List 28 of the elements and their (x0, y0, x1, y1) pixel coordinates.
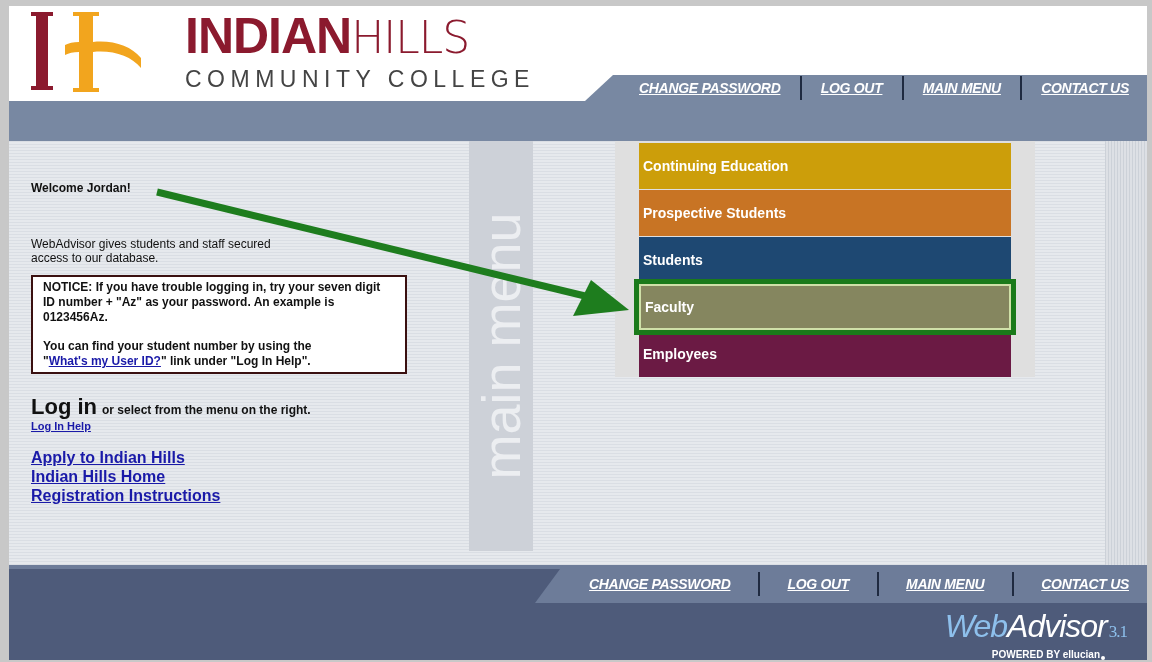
webadvisor-logo-web: Web (944, 608, 1008, 644)
menu-item[interactable]: Prospective Students (639, 190, 1011, 236)
welcome-text: Welcome Jordan! (31, 181, 132, 195)
version-number: 3.1 (1108, 622, 1127, 641)
log-in-help-link[interactable]: Log In Help (31, 420, 91, 432)
nav-link[interactable]: MAIN MENU (896, 576, 995, 592)
login-hint: or select from the menu on the right. (102, 403, 311, 417)
nav-link[interactable]: CONTACT US (1031, 80, 1139, 96)
nav-link[interactable]: CONTACT US (1031, 576, 1139, 592)
notice-text: NOTICE: If you have trouble logging in, try your seven digit ID number + "Az" as your password. An example is 0123456Az. (43, 280, 382, 325)
nav-link[interactable]: CHANGE PASSWORD (579, 576, 741, 592)
college-name: INDIANHILLS (185, 8, 471, 66)
nav-link[interactable]: LOG OUT (810, 80, 893, 96)
page-link[interactable]: Apply to Indian Hills (31, 448, 185, 467)
help-text: You can find your student number by using the "What's my User ID?" link under "Log In Help". (43, 339, 313, 369)
powered-by-text: POWERED BY ellucian (991, 649, 1100, 660)
nav-link[interactable]: LOG OUT (777, 576, 860, 592)
page-link[interactable]: Indian Hills Home (31, 467, 166, 486)
user-id-link[interactable]: What's my User ID? (48, 354, 161, 368)
login-heading: Log in (31, 394, 97, 420)
menu-item[interactable]: Continuing Education (639, 143, 1011, 189)
college-subtitle: COMMUNITY COLLEGE (185, 66, 535, 93)
webadvisor-logo-advisor: Advisor (1007, 608, 1107, 644)
dot-icon (1101, 656, 1105, 660)
nav-link[interactable]: MAIN MENU (912, 80, 1011, 96)
intro-text: WebAdvisor gives students and staff secured access to our database. (31, 237, 272, 265)
nav-link[interactable]: CHANGE PASSWORD (629, 80, 791, 96)
page-link[interactable]: Registration Instructions (31, 486, 221, 505)
